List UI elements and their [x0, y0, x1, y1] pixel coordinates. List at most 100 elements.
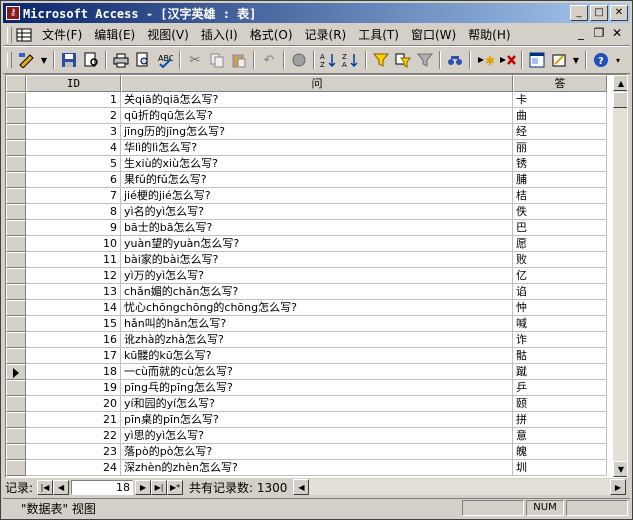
cell-answer[interactable]: 经	[513, 124, 607, 140]
table-row[interactable]: 2 qū折的qū怎么写? 曲	[6, 108, 607, 124]
delete-record-icon[interactable]	[497, 50, 517, 70]
cell-id[interactable]: 13	[26, 284, 121, 300]
table-row[interactable]: 9 bā士的bā怎么写? 巴	[6, 220, 607, 236]
cell-id[interactable]: 18	[26, 364, 121, 380]
horizontal-scrollbar[interactable]: ◀ ▶	[293, 479, 626, 495]
title-bar[interactable]: ⚷ Microsoft Access - [汉字英雄 : 表] _ □ ✕	[3, 3, 630, 23]
table-row[interactable]: 21 pīn桌的pīn怎么写? 拼	[6, 412, 607, 428]
cell-question[interactable]: yì万的yì怎么写?	[121, 268, 513, 284]
select-all-corner[interactable]	[6, 75, 26, 92]
new-record-icon[interactable]: ✱	[475, 50, 495, 70]
cell-answer[interactable]: 脯	[513, 172, 607, 188]
row-selector[interactable]	[6, 156, 26, 172]
cell-question[interactable]: yuàn望的yuàn怎么写?	[121, 236, 513, 252]
row-selector[interactable]	[6, 316, 26, 332]
doc-restore-button[interactable]: ❐	[590, 26, 608, 40]
filter-by-selection-icon[interactable]	[371, 50, 391, 70]
copy-icon[interactable]	[207, 50, 227, 70]
row-selector[interactable]	[6, 92, 26, 108]
undo-icon[interactable]: ↶	[259, 50, 279, 70]
row-selector[interactable]	[6, 220, 26, 236]
menu-insert[interactable]: 插入(I)	[195, 26, 244, 43]
cell-answer[interactable]: 锈	[513, 156, 607, 172]
record-number-input[interactable]: 18	[71, 479, 134, 495]
cell-question[interactable]: pīng乓的pīng怎么写?	[121, 380, 513, 396]
cell-question[interactable]: 讹zhà的zhà怎么写?	[121, 332, 513, 348]
cell-question[interactable]: bài家的bài怎么写?	[121, 252, 513, 268]
cell-answer[interactable]: 桔	[513, 188, 607, 204]
cell-question[interactable]: kū髅的kū怎么写?	[121, 348, 513, 364]
table-row[interactable]: 3 jīng历的jīng怎么写? 经	[6, 124, 607, 140]
cell-id[interactable]: 8	[26, 204, 121, 220]
cell-answer[interactable]: 巴	[513, 220, 607, 236]
cell-id[interactable]: 7	[26, 188, 121, 204]
row-selector[interactable]	[6, 268, 26, 284]
cell-answer[interactable]: 拼	[513, 412, 607, 428]
cell-question[interactable]: 落pò的pò怎么写?	[121, 444, 513, 460]
cell-question[interactable]: 关qiā的qiā怎么写?	[121, 92, 513, 108]
row-selector[interactable]	[6, 140, 26, 156]
prev-record-button[interactable]: ◀	[53, 479, 70, 495]
cell-id[interactable]: 5	[26, 156, 121, 172]
doc-close-button[interactable]: ✕	[608, 26, 626, 40]
cell-id[interactable]: 22	[26, 428, 121, 444]
cell-answer[interactable]: 愿	[513, 236, 607, 252]
cell-id[interactable]: 14	[26, 300, 121, 316]
table-row[interactable]: 24 深zhèn的zhèn怎么写? 圳	[6, 460, 607, 476]
cell-question[interactable]: 生xiù的xiù怎么写?	[121, 156, 513, 172]
table-row[interactable]: 16 讹zhà的zhà怎么写? 诈	[6, 332, 607, 348]
row-selector[interactable]	[6, 332, 26, 348]
cell-answer[interactable]: 曲	[513, 108, 607, 124]
cell-id[interactable]: 2	[26, 108, 121, 124]
scroll-up-button[interactable]: ▲	[613, 75, 627, 91]
help-icon[interactable]: ?	[591, 50, 611, 70]
cell-answer[interactable]: 颐	[513, 396, 607, 412]
row-selector[interactable]	[6, 348, 26, 364]
row-selector[interactable]	[6, 204, 26, 220]
cell-question[interactable]: yí和园的yí怎么写?	[121, 396, 513, 412]
row-selector[interactable]	[6, 380, 26, 396]
cell-question[interactable]: pīn桌的pīn怎么写?	[121, 412, 513, 428]
cell-answer[interactable]: 亿	[513, 268, 607, 284]
view-dropdown-icon[interactable]: ▼	[39, 50, 49, 70]
table-row[interactable]: 23 落pò的pò怎么写? 魄	[6, 444, 607, 460]
database-window-icon[interactable]	[527, 50, 547, 70]
row-selector[interactable]	[6, 396, 26, 412]
cell-question[interactable]: 深zhèn的zhèn怎么写?	[121, 460, 513, 476]
table-row[interactable]: 1 关qiā的qiā怎么写? 卡	[6, 92, 607, 108]
apply-filter-icon[interactable]	[415, 50, 435, 70]
cell-question[interactable]: hǎn叫的hǎn怎么写?	[121, 316, 513, 332]
table-row[interactable]: 22 yì思的yì怎么写? 意	[6, 428, 607, 444]
toolbar-grip[interactable]	[7, 52, 12, 68]
scroll-thumb[interactable]	[613, 92, 627, 108]
cut-icon[interactable]: ✂	[185, 50, 205, 70]
menu-file[interactable]: 文件(F)	[36, 26, 88, 43]
new-object-icon[interactable]	[549, 50, 569, 70]
cell-id[interactable]: 17	[26, 348, 121, 364]
cell-answer[interactable]: 乒	[513, 380, 607, 396]
table-row[interactable]: 20 yí和园的yí怎么写? 颐	[6, 396, 607, 412]
cell-answer[interactable]: 败	[513, 252, 607, 268]
table-row[interactable]: 11 bài家的bài怎么写? 败	[6, 252, 607, 268]
cell-answer[interactable]: 忡	[513, 300, 607, 316]
table-row[interactable]: 19 pīng乓的pīng怎么写? 乒	[6, 380, 607, 396]
print-icon[interactable]	[111, 50, 131, 70]
cell-id[interactable]: 15	[26, 316, 121, 332]
cell-answer[interactable]: 骷	[513, 348, 607, 364]
spelling-icon[interactable]: ABC	[155, 50, 175, 70]
table-row[interactable]: 13 chǎn媚的chǎn怎么写? 谄	[6, 284, 607, 300]
menu-help[interactable]: 帮助(H)	[462, 26, 516, 43]
row-selector[interactable]	[6, 252, 26, 268]
first-record-button[interactable]: |◀	[37, 479, 54, 495]
row-selector[interactable]	[6, 412, 26, 428]
menu-edit[interactable]: 编辑(E)	[88, 26, 141, 43]
row-selector[interactable]	[6, 108, 26, 124]
table-row[interactable]: 4 华lì的lì怎么写? 丽	[6, 140, 607, 156]
scroll-left-button[interactable]: ◀	[293, 479, 310, 495]
cell-id[interactable]: 19	[26, 380, 121, 396]
paste-icon[interactable]	[229, 50, 249, 70]
cell-id[interactable]: 16	[26, 332, 121, 348]
cell-question[interactable]: 忧心chōngchōng的chōng怎么写?	[121, 300, 513, 316]
cell-question[interactable]: chǎn媚的chǎn怎么写?	[121, 284, 513, 300]
menu-tools[interactable]: 工具(T)	[352, 26, 405, 43]
